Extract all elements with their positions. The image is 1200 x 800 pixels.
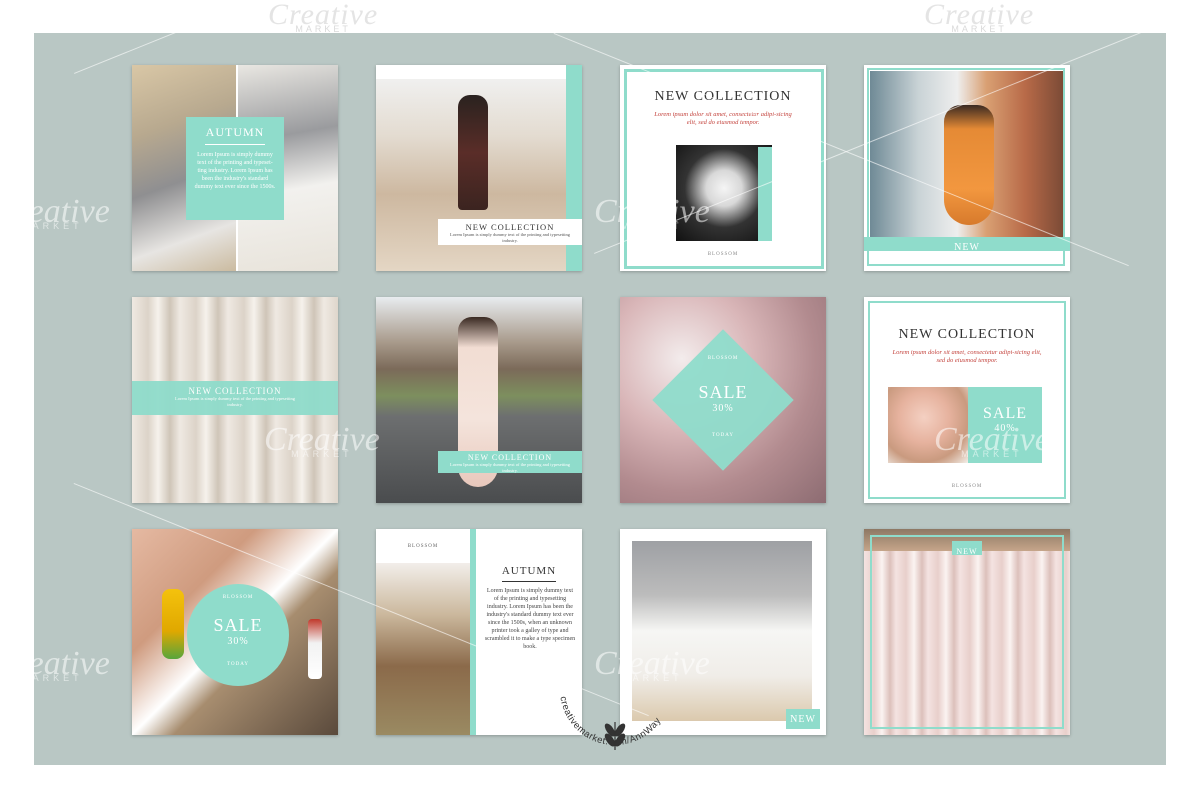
- sale-text: BLOSSOM SALE 30% TODAY: [620, 355, 826, 439]
- watermark-edge-1: CreativeMARKET: [34, 193, 110, 231]
- woman-photo: [888, 387, 968, 463]
- tile-title: NEW COLLECTION: [898, 327, 1036, 342]
- watermark-edge-2: CreativeMARKET: [34, 645, 110, 683]
- sale-percent: 30%: [712, 403, 734, 414]
- new-label: NEW: [956, 547, 978, 556]
- brand-label: BLOSSOM: [707, 252, 739, 257]
- tile-title: NEW COLLECTION: [188, 386, 282, 396]
- brand-label: BLOSSOM: [951, 484, 983, 489]
- new-badge: NEW: [786, 709, 820, 729]
- woman-figure: [458, 95, 488, 210]
- sale-foot: TODAY: [712, 433, 734, 438]
- tile-title: NEW COLLECTION: [467, 453, 553, 462]
- brand-label: BLOSSOM: [407, 544, 439, 549]
- tile-new-orange-dress[interactable]: NEW: [864, 65, 1070, 271]
- tile-autumn[interactable]: AUTUMN Lorem Ipsum is simply dummy text …: [132, 65, 338, 271]
- brand-label: BLOSSOM: [222, 595, 254, 600]
- new-banner: NEW: [864, 237, 1070, 253]
- sale-percent: 30%: [227, 636, 249, 647]
- mint-accent: [758, 147, 772, 241]
- tile-new-collection-dresses[interactable]: NEW COLLECTION Lorem Ipsum is simply dum…: [132, 297, 338, 503]
- tile-body: Lorem Ipsum is simply dummy text of the …: [450, 232, 570, 243]
- divider: [502, 581, 556, 582]
- mint-frame: [870, 535, 1064, 729]
- new-label: NEW: [790, 714, 816, 725]
- new-badge: NEW: [952, 541, 982, 556]
- sale-box: SALE 40%: [968, 387, 1042, 463]
- sale-circle: BLOSSOM SALE 30% TODAY: [187, 584, 289, 686]
- caption-box: NEW COLLECTION Lorem Ipsum is simply dum…: [438, 451, 582, 473]
- tile-new-collection-bag[interactable]: NEW COLLECTION Lorem ipsum dolor sit ame…: [620, 65, 826, 271]
- tile-body: Lorem ipsum dolor sit amet, consectetur …: [892, 349, 1042, 364]
- tile-new-collection-road[interactable]: NEW COLLECTION Lorem Ipsum is simply dum…: [376, 297, 582, 503]
- template-board: AUTUMN Lorem Ipsum is simply dummy text …: [34, 33, 1166, 765]
- new-label: NEW: [954, 242, 980, 253]
- tile-body: Lorem Ipsum is simply dummy text of the …: [484, 588, 576, 650]
- caption-box: NEW COLLECTION Lorem Ipsum is simply dum…: [438, 219, 582, 245]
- mint-strip: [470, 529, 476, 735]
- caption-band: NEW COLLECTION Lorem Ipsum is simply dum…: [132, 381, 338, 415]
- tile-body: Lorem Ipsum is simply dummy text of the …: [194, 152, 276, 190]
- tile-sale-flowers[interactable]: BLOSSOM SALE 30% TODAY: [620, 297, 826, 503]
- sale-title: SALE: [698, 382, 748, 402]
- tile-new-collection-sale[interactable]: NEW COLLECTION Lorem ipsum dolor sit ame…: [864, 297, 1070, 503]
- autumn-text-box: AUTUMN Lorem Ipsum is simply dummy text …: [186, 117, 284, 220]
- top-watermark-right: Creative MARKET: [924, 0, 1035, 34]
- tassel-earring: [308, 619, 322, 679]
- tile-body: Lorem ipsum dolor sit amet, consectetur …: [654, 111, 792, 126]
- brand-label: BLOSSOM: [707, 356, 739, 361]
- hat-woman-photo: [376, 563, 470, 735]
- yellow-earring: [162, 589, 184, 659]
- sale-title: SALE: [213, 615, 263, 635]
- top-watermark-left: Creative MARKET: [268, 0, 379, 34]
- sale-foot: TODAY: [227, 662, 249, 667]
- creativemarket-credit-stamp: creativemarket.com/AnnWay: [557, 696, 663, 750]
- sale-percent: 40%: [994, 423, 1016, 434]
- tile-new-collection-desert[interactable]: NEW COLLECTION Lorem Ipsum is simply dum…: [376, 65, 582, 271]
- tile-title: NEW COLLECTION: [465, 222, 555, 232]
- tile-title: AUTUMN: [205, 125, 265, 139]
- divider: [205, 144, 265, 145]
- tile-new-wedding-dresses[interactable]: NEW: [864, 529, 1070, 735]
- tile-sale-earrings[interactable]: BLOSSOM SALE 30% TODAY: [132, 529, 338, 735]
- tile-title: AUTUMN: [501, 565, 557, 577]
- tile-body: Lorem Ipsum is simply dummy text of the …: [175, 396, 295, 407]
- tile-body: Lorem Ipsum is simply dummy text of the …: [450, 462, 570, 473]
- sale-title: SALE: [983, 405, 1027, 422]
